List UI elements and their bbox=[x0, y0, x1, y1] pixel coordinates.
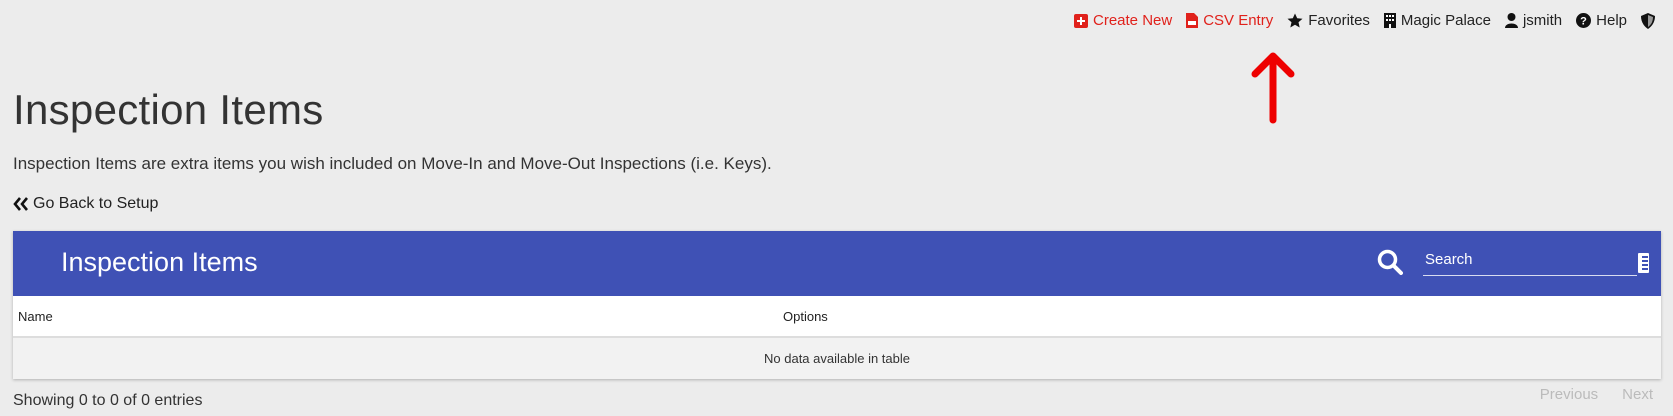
pagination: Previous Next bbox=[1540, 386, 1653, 403]
csv-entry-label: CSV Entry bbox=[1203, 12, 1274, 29]
favorites-link[interactable]: Favorites bbox=[1287, 12, 1370, 29]
help-link[interactable]: ? Help bbox=[1576, 12, 1627, 29]
inspection-items-table: Name Options No data available in table bbox=[13, 296, 1661, 379]
security-toggle[interactable] bbox=[1641, 12, 1655, 29]
page-description: Inspection Items are extra items you wis… bbox=[13, 154, 772, 173]
page-title: Inspection Items bbox=[13, 86, 324, 133]
user-label: jsmith bbox=[1522, 12, 1563, 29]
csv-entry-link[interactable]: CSV Entry bbox=[1186, 12, 1273, 29]
user-icon bbox=[1504, 13, 1518, 28]
double-chevron-left-icon bbox=[13, 197, 29, 211]
column-visibility-icon[interactable] bbox=[1638, 253, 1649, 278]
star-icon bbox=[1287, 13, 1303, 28]
help-label: Help bbox=[1596, 12, 1627, 29]
back-to-setup-link[interactable]: Go Back to Setup bbox=[13, 195, 158, 213]
plus-square-icon bbox=[1074, 13, 1088, 28]
property-selector[interactable]: Magic Palace bbox=[1383, 12, 1491, 29]
file-csv-icon bbox=[1186, 13, 1199, 28]
building-icon bbox=[1383, 13, 1396, 28]
search-input[interactable] bbox=[1423, 243, 1637, 276]
annotation-arrow-icon bbox=[1250, 50, 1296, 129]
user-menu[interactable]: jsmith bbox=[1504, 12, 1563, 29]
question-circle-icon: ? bbox=[1576, 13, 1592, 28]
column-header-options[interactable]: Options bbox=[778, 296, 1661, 338]
next-button[interactable]: Next bbox=[1622, 386, 1653, 403]
previous-button[interactable]: Previous bbox=[1540, 386, 1598, 403]
table-info: Showing 0 to 0 of 0 entries bbox=[13, 392, 203, 409]
table-header-row: Name Options bbox=[13, 296, 1661, 338]
back-link-label: Go Back to Setup bbox=[33, 195, 159, 212]
column-header-name[interactable]: Name bbox=[13, 296, 778, 338]
empty-table-message: No data available in table bbox=[13, 337, 1661, 379]
search-icon[interactable] bbox=[1377, 249, 1403, 280]
inspection-items-card: Inspection Items Name Options No data av… bbox=[13, 231, 1661, 379]
property-label: Magic Palace bbox=[1400, 12, 1491, 29]
svg-text:?: ? bbox=[1580, 16, 1587, 28]
top-nav: Create New CSV Entry Favorites Magic Pal… bbox=[1074, 12, 1655, 29]
shield-icon bbox=[1641, 12, 1655, 29]
favorites-label: Favorites bbox=[1308, 12, 1370, 29]
create-new-label: Create New bbox=[1093, 12, 1173, 29]
card-header: Inspection Items bbox=[13, 231, 1661, 296]
create-new-link[interactable]: Create New bbox=[1074, 12, 1172, 29]
card-title: Inspection Items bbox=[61, 247, 258, 277]
table-row: No data available in table bbox=[13, 337, 1661, 379]
